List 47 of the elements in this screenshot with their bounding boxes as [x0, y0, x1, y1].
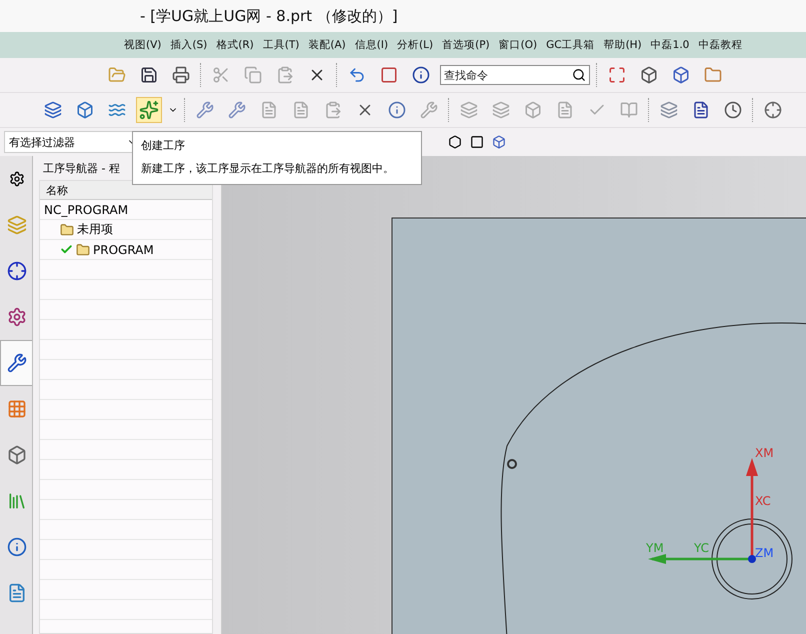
column-header: 名称 — [46, 182, 68, 198]
menu-item[interactable]: 格式(R) — [216, 38, 254, 52]
menu-item[interactable]: 首选项(P) — [442, 38, 490, 52]
menu-item[interactable]: 工具(T) — [262, 38, 300, 52]
create-operation-button[interactable] — [136, 97, 162, 123]
box-icon[interactable] — [492, 135, 506, 149]
menu-item[interactable]: 帮助(H) — [604, 38, 642, 52]
folder-icon — [76, 242, 90, 256]
menu-item[interactable]: 视图(V) — [124, 38, 162, 52]
origin-point — [748, 555, 756, 563]
hole-icon — [507, 459, 517, 469]
tree-item[interactable]: PROGRAM — [93, 242, 154, 256]
tooltip-text: 新建工序，该工序显示在工序导航器的所有视图中。 — [141, 161, 395, 176]
grid-icon — [6, 399, 26, 419]
books-icon — [6, 491, 26, 511]
search-field[interactable]: 查找命令 — [440, 65, 590, 85]
axis-label: XC — [755, 494, 771, 508]
layers-icon — [6, 215, 26, 235]
tooltip-title: 创建工序 — [141, 138, 186, 153]
crosshair-icon — [6, 261, 26, 281]
axis-label: YC — [694, 541, 710, 555]
menu-item[interactable]: 中磊教程 — [698, 38, 742, 52]
hexagon-icon[interactable] — [448, 135, 462, 149]
gear-icon — [6, 307, 26, 327]
document-icon — [6, 583, 26, 603]
info-icon — [6, 537, 26, 557]
sidebar-tab[interactable] — [0, 340, 32, 386]
tree-item[interactable]: 未用项 — [77, 221, 113, 238]
wrench-icon — [6, 353, 26, 373]
menu-item[interactable]: 中磊1.0 — [650, 38, 690, 52]
window-title: - [学UG就上UG网 - 8.prt （修改的）] — [140, 6, 398, 26]
axis-label: ZM — [755, 546, 774, 560]
select-box-icon[interactable] — [470, 135, 484, 149]
settings-icon[interactable] — [8, 171, 24, 187]
menu-item[interactable]: 信息(I) — [354, 38, 388, 52]
axis-label: YM — [646, 541, 664, 555]
cube-icon — [6, 445, 26, 465]
axis-label: XM — [755, 446, 774, 460]
tree-item[interactable]: NC_PROGRAM — [44, 202, 128, 216]
navigator-title: 工序导航器 - 程 — [43, 160, 120, 176]
folder-icon — [60, 222, 74, 236]
menu-item[interactable]: 装配(A) — [308, 38, 346, 52]
menu-item[interactable]: 插入(S) — [170, 38, 208, 52]
search-icon — [572, 68, 586, 82]
menu-item[interactable]: GC工具箱 — [546, 38, 595, 52]
menu-item[interactable]: 窗口(O) — [498, 38, 538, 52]
menu-item[interactable]: 分析(L) — [397, 38, 434, 52]
